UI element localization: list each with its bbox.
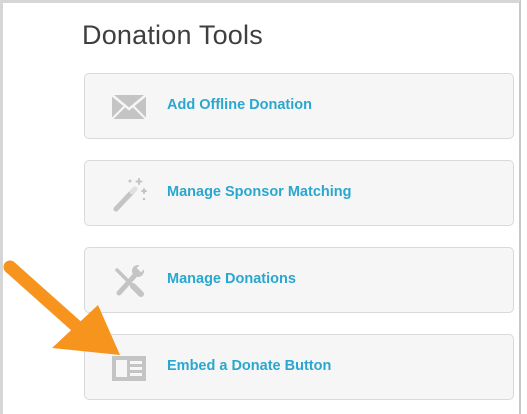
tool-label: Manage Sponsor Matching bbox=[167, 184, 352, 200]
panel-title: Donation Tools bbox=[82, 20, 263, 50]
tool-label: Embed a Donate Button bbox=[167, 358, 332, 374]
add-offline-donation-button[interactable]: Add Offline Donation bbox=[84, 73, 514, 139]
manage-donations-button[interactable]: Manage Donations bbox=[84, 247, 514, 313]
embed-donate-button-button[interactable]: Embed a Donate Button bbox=[84, 334, 514, 400]
envelope-icon bbox=[111, 89, 147, 125]
tool-label: Manage Donations bbox=[167, 271, 296, 287]
orange-arrow-icon bbox=[0, 255, 125, 375]
manage-sponsor-matching-button[interactable]: Manage Sponsor Matching bbox=[84, 160, 514, 226]
tool-label: Add Offline Donation bbox=[167, 97, 312, 113]
magic-wand-icon bbox=[111, 176, 147, 212]
